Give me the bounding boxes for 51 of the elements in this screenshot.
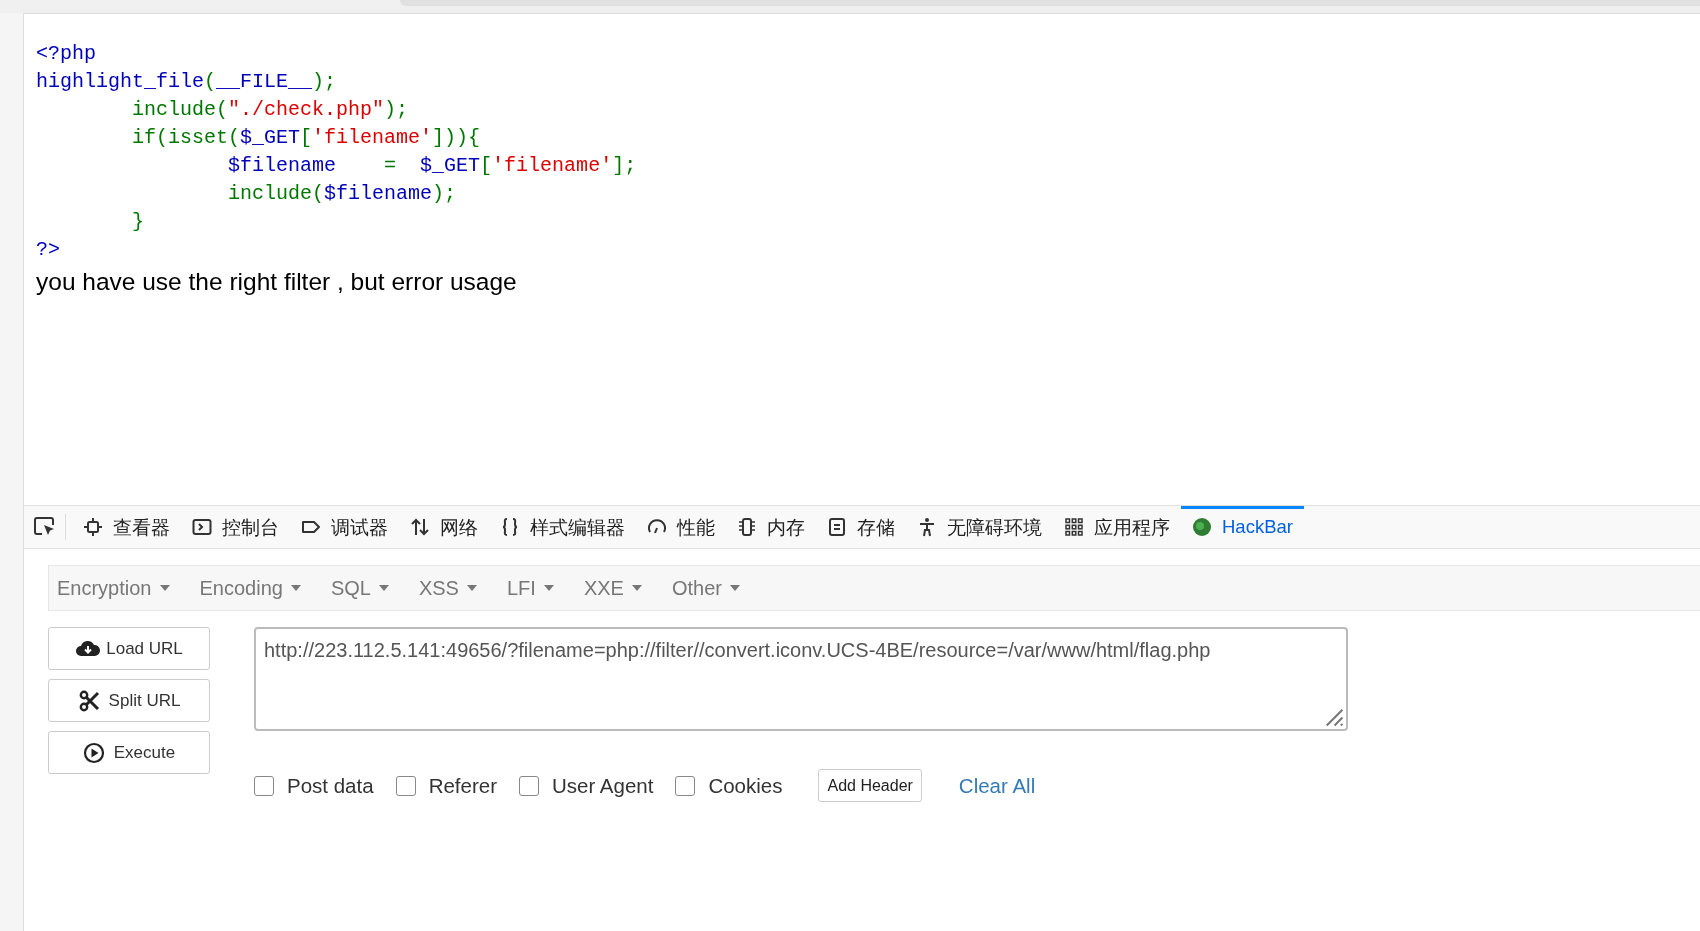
caret-icon — [631, 585, 642, 591]
clear-all-link[interactable]: Clear All — [958, 773, 1036, 798]
devtools-tab[interactable]: 控制台 — [181, 506, 290, 548]
add-header-button[interactable]: Add Header — [818, 769, 922, 802]
storage-icon — [827, 517, 847, 537]
hackbar-button[interactable]: Execute — [48, 731, 210, 774]
menu-dropdown[interactable]: XSS — [416, 576, 491, 600]
hackbar-logo-icon — [1192, 517, 1212, 537]
caret-icon — [290, 585, 301, 591]
checkbox[interactable] — [254, 775, 274, 796]
menu-dropdown[interactable]: Other — [669, 576, 754, 600]
memory-chip-icon — [737, 517, 757, 537]
devtools-tab[interactable]: HackBar — [1181, 506, 1304, 548]
console-icon — [192, 517, 212, 537]
source-code: <?php highlight_file(__FILE__); include("./check.php"); if(isset($_GET['filename'])){ $filename = $_GET['filename']; include($filename); } ?> — [36, 41, 638, 263]
caret-icon — [159, 585, 170, 591]
caret-icon — [466, 585, 477, 591]
person-icon — [917, 517, 937, 537]
caret-icon — [378, 585, 389, 591]
menu-dropdown[interactable]: Encryption — [55, 576, 184, 600]
devtools-tab[interactable]: 存储 — [816, 506, 906, 548]
menu-dropdown[interactable]: XXE — [581, 576, 656, 600]
devtools-tab[interactable]: 查看器 — [72, 506, 181, 548]
grid-icon — [1064, 517, 1084, 537]
checkbox-label: Referer — [428, 773, 497, 798]
checkbox[interactable] — [675, 775, 696, 796]
menu-dropdown[interactable]: Encoding — [197, 576, 315, 600]
checkbox[interactable] — [519, 775, 539, 796]
url-field[interactable]: http://223.112.5.141:49656/?filename=php://filter//convert.iconv.UCS-4BE/resource=/var/www/html/flag.php — [254, 627, 1348, 731]
message-text: you have use the right filter , but error usage — [36, 268, 517, 296]
menu-dropdown[interactable]: SQL — [328, 576, 403, 600]
devtools-tab[interactable]: 性能 — [636, 506, 726, 548]
devtools-tab[interactable]: 内存 — [726, 506, 816, 548]
caret-icon — [543, 585, 554, 591]
braces-icon — [500, 517, 520, 537]
menu-dropdown[interactable]: LFI — [504, 576, 568, 600]
hackbar-button[interactable]: Split URL — [48, 679, 210, 722]
devtools-tab[interactable]: 调试器 — [290, 506, 399, 548]
caret-icon — [729, 585, 740, 591]
checkbox-label: Post data — [287, 773, 374, 798]
devtools-tab[interactable]: 无障碍环境 — [906, 506, 1053, 548]
devtools-tab[interactable]: 网络 — [399, 506, 489, 548]
devtools-tab[interactable]: 应用程序 — [1053, 506, 1181, 548]
checkbox[interactable] — [395, 775, 416, 796]
element-picker-icon[interactable] — [34, 517, 56, 537]
devtools-tab[interactable]: 样式编辑器 — [489, 506, 636, 548]
hackbar-button[interactable]: Load URL — [48, 627, 210, 670]
up-down-arrows-icon — [410, 517, 430, 537]
checkbox-label: User Agent — [552, 773, 654, 798]
chip-icon — [83, 517, 103, 537]
checkbox-label: Cookies — [708, 773, 783, 798]
